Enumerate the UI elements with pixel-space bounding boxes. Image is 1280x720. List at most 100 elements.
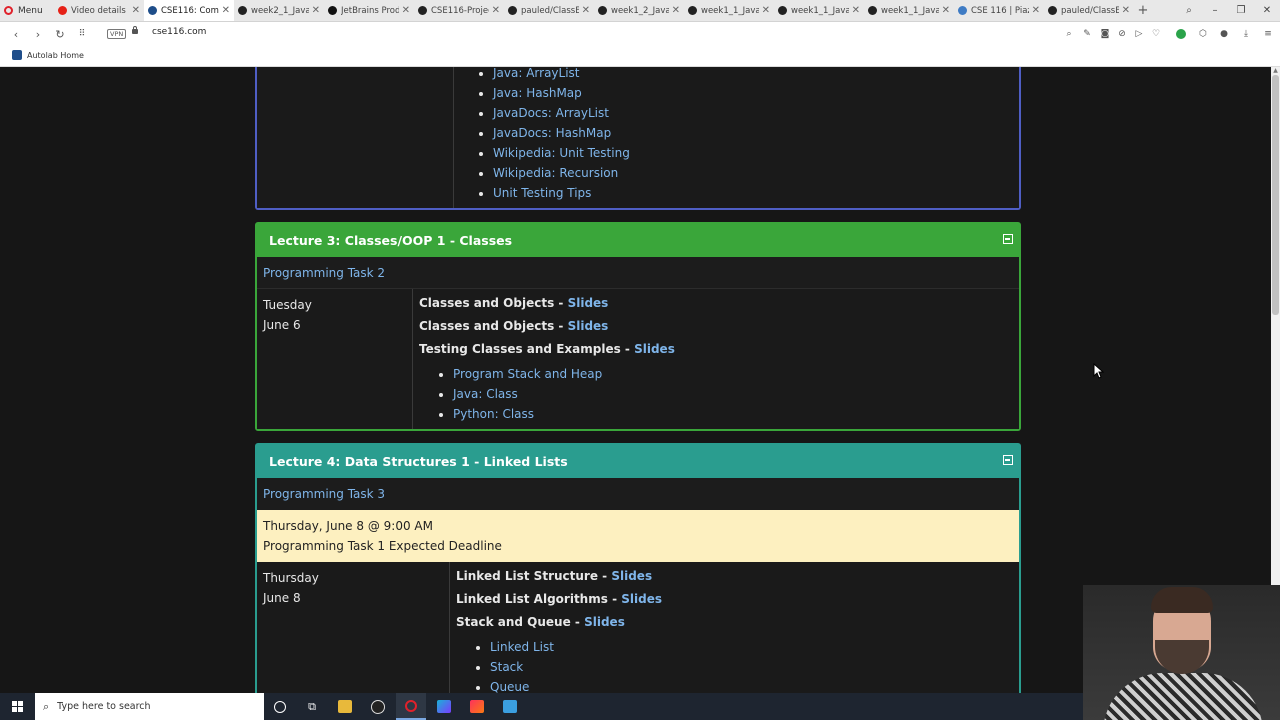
list-item: Unit Testing Tips (493, 183, 630, 203)
browser-tab[interactable]: CSE116-Projec ✕ (414, 0, 504, 21)
presenter-hair (1151, 587, 1213, 613)
lecture-2-date-column (257, 67, 454, 208)
url-field[interactable]: cse116.com (152, 27, 206, 37)
file-explorer-icon[interactable] (330, 693, 360, 720)
lecture-4-header[interactable]: Lecture 4: Data Structures 1 - Linked Li… (257, 445, 1019, 478)
resource-link[interactable]: Queue (490, 680, 529, 693)
cortana-icon[interactable] (265, 693, 295, 720)
browser-tab[interactable]: week1_1_Java ✕ (864, 0, 954, 21)
restore-icon[interactable]: ❐ (1228, 0, 1254, 21)
resource-link[interactable]: Java: HashMap (493, 86, 582, 100)
start-button[interactable] (0, 693, 35, 720)
opera-icon[interactable] (396, 693, 426, 720)
extension-icon[interactable] (1174, 27, 1188, 41)
close-tab-icon[interactable]: ✕ (222, 5, 230, 16)
slides-link[interactable]: Slides (634, 342, 675, 356)
jetbrains-icon (328, 6, 337, 15)
autolab-icon (12, 50, 22, 60)
github-icon (868, 6, 877, 15)
programming-task-link[interactable]: Programming Task 3 (263, 487, 385, 501)
cube-icon[interactable]: ⬡ (1196, 27, 1210, 41)
opera-menu-button[interactable]: Menu (4, 0, 43, 21)
browser-tab[interactable]: pauled/ClassE ✕ (504, 0, 594, 21)
close-tab-icon[interactable]: ✕ (402, 5, 410, 16)
heart-icon[interactable]: ♡ (1149, 27, 1163, 41)
lock-icon[interactable] (132, 26, 138, 34)
bookmark-label: Autolab Home (27, 50, 84, 60)
resource-link[interactable]: Linked List (490, 640, 554, 654)
browser-tab[interactable]: week1_2_Java ✕ (594, 0, 684, 21)
slides-link[interactable]: Slides (568, 296, 609, 310)
programming-task-link[interactable]: Programming Task 2 (263, 266, 385, 280)
collapse-icon[interactable] (1003, 234, 1013, 244)
tab-title: CSE 116 | Piazz (971, 5, 1029, 16)
close-tab-icon[interactable]: ✕ (672, 5, 680, 16)
slides-link[interactable]: Slides (621, 592, 662, 606)
close-tab-icon[interactable]: ✕ (312, 5, 320, 16)
cse116-icon (148, 6, 157, 15)
close-tab-icon[interactable]: ✕ (1122, 5, 1130, 16)
resource-link[interactable]: Java: Class (453, 387, 518, 401)
adblock-icon[interactable]: ⊘ (1115, 27, 1129, 41)
github-icon (1048, 6, 1057, 15)
download-icon[interactable]: ⤓ (1239, 27, 1253, 41)
menu-icon[interactable]: ≡ (1261, 27, 1275, 41)
close-tab-icon[interactable]: ✕ (942, 5, 950, 16)
search-icon[interactable]: ⌕ (1062, 27, 1076, 41)
task-view-icon[interactable]: ⧉ (297, 693, 327, 720)
slides-link[interactable]: Slides (584, 615, 625, 629)
scrollbar-thumb[interactable] (1272, 75, 1279, 315)
browser-tab[interactable]: week2_1_Java ✕ (234, 0, 324, 21)
close-tab-icon[interactable]: ✕ (762, 5, 770, 16)
browser-tab[interactable]: CSE116: Comp ✕ (144, 0, 234, 21)
list-item: Java: ArrayList (493, 67, 630, 83)
close-tab-icon[interactable]: ✕ (492, 5, 500, 16)
windows-logo-icon (12, 701, 23, 712)
webstorm-icon[interactable] (429, 693, 459, 720)
taskbar-search[interactable]: ⌕ Type here to search (35, 693, 264, 720)
minimize-icon[interactable]: – (1202, 0, 1228, 21)
resource-link[interactable]: Wikipedia: Unit Testing (493, 146, 630, 160)
browser-tab[interactable]: Video details ✕ (54, 0, 144, 21)
lecture-3-header[interactable]: Lecture 3: Classes/OOP 1 - Classes (257, 224, 1019, 257)
intellij-icon[interactable] (462, 693, 492, 720)
slides-link[interactable]: Slides (611, 569, 652, 583)
browser-tab[interactable]: JetBrains Prod ✕ (324, 0, 414, 21)
resource-link[interactable]: Program Stack and Heap (453, 367, 602, 381)
resource-link[interactable]: Java: ArrayList (493, 67, 580, 80)
back-icon[interactable]: ‹ (8, 26, 24, 42)
send-icon[interactable]: ▷ (1132, 27, 1146, 41)
obs-icon[interactable] (363, 693, 393, 720)
resource-link[interactable]: Stack (490, 660, 523, 674)
forward-icon[interactable]: › (30, 26, 46, 42)
camera-icon[interactable]: ◙ (1098, 27, 1112, 41)
close-tab-icon[interactable]: ✕ (582, 5, 590, 16)
close-tab-icon[interactable]: ✕ (1032, 5, 1040, 16)
resource-link[interactable]: Unit Testing Tips (493, 186, 591, 200)
list-item: JavaDocs: HashMap (493, 123, 630, 143)
reload-icon[interactable]: ↻ (52, 26, 68, 42)
resource-link[interactable]: JavaDocs: ArrayList (493, 106, 609, 120)
resource-link[interactable]: JavaDocs: HashMap (493, 126, 611, 140)
new-tab-icon[interactable]: + (1136, 0, 1150, 21)
close-tab-icon[interactable]: ✕ (852, 5, 860, 16)
resource-link[interactable]: Python: Class (453, 407, 534, 421)
profile-icon[interactable]: ● (1217, 27, 1231, 41)
tab-search-icon[interactable]: ⌕ (1176, 0, 1202, 21)
notepad-icon[interactable] (495, 693, 525, 720)
scroll-up-icon[interactable]: ▲ (1272, 68, 1279, 74)
bookmark-autolab-home[interactable]: Autolab Home (12, 50, 84, 60)
speed-dial-icon[interactable]: ⠿ (74, 26, 90, 42)
resource-link[interactable]: Wikipedia: Recursion (493, 166, 618, 180)
github-icon (238, 6, 247, 15)
vpn-badge[interactable]: VPN (107, 29, 127, 39)
collapse-icon[interactable] (1003, 455, 1013, 465)
close-window-icon[interactable]: ✕ (1254, 0, 1280, 21)
slides-link[interactable]: Slides (568, 319, 609, 333)
browser-tab[interactable]: pauled/ClassE ✕ (1044, 0, 1134, 21)
close-tab-icon[interactable]: ✕ (132, 5, 140, 16)
browser-tab[interactable]: CSE 116 | Piazz✕ (954, 0, 1044, 21)
browser-tab[interactable]: week1_1_Java ✕ (684, 0, 774, 21)
browser-tab[interactable]: week1_1_Java ✕ (774, 0, 864, 21)
edit-icon[interactable]: ✎ (1080, 27, 1094, 41)
